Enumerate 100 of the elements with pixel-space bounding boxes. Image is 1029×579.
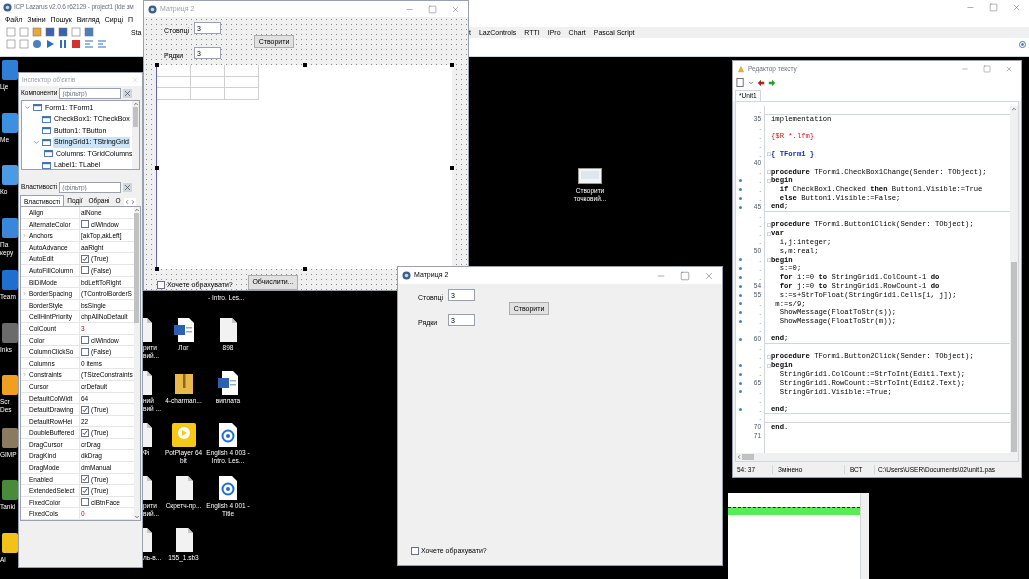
expand-icon[interactable]: [33, 138, 40, 146]
checkbox[interactable]: [81, 428, 89, 437]
component-icon: [42, 115, 51, 123]
file-icon[interactable]: [173, 475, 194, 500]
fold-marker[interactable]: [766, 231, 771, 236]
play-icon[interactable]: [45, 39, 55, 49]
expand-icon[interactable]: [22, 372, 27, 378]
color-swatch[interactable]: [81, 220, 89, 229]
grid-cell[interactable]: [157, 76, 191, 88]
stop-icon[interactable]: [71, 39, 81, 49]
app-icon[interactable]: [2, 217, 18, 238]
clear-filter-button[interactable]: [123, 88, 133, 98]
checkbox[interactable]: [81, 486, 89, 495]
maximize-button[interactable]: [428, 4, 437, 14]
clear-filter-button[interactable]: [123, 182, 133, 192]
fold-marker[interactable]: [766, 363, 771, 368]
scroll-down-icon[interactable]: [133, 514, 140, 521]
expand-icon[interactable]: [22, 291, 27, 297]
component-icon: [42, 138, 51, 146]
gear-icon: [402, 271, 411, 280]
disc-file-icon[interactable]: [218, 423, 238, 447]
scroll-left-icon[interactable]: [123, 198, 130, 206]
shortcut-icon[interactable]: [578, 168, 602, 184]
app-icon[interactable]: [2, 532, 18, 553]
file-icon[interactable]: [218, 318, 238, 342]
fold-marker[interactable]: [766, 257, 771, 262]
app-icon[interactable]: [2, 427, 18, 448]
grid-cell[interactable]: [191, 88, 225, 100]
color-swatch[interactable]: [81, 498, 89, 507]
resize-handle[interactable]: [155, 63, 159, 67]
expand-icon[interactable]: [24, 104, 31, 112]
checkbox[interactable]: [81, 266, 89, 275]
color-swatch[interactable]: [81, 336, 89, 345]
component-icon: [33, 104, 42, 112]
step-icon[interactable]: [84, 39, 94, 49]
gear-icon: [148, 4, 157, 14]
back-arrow-icon[interactable]: [757, 78, 765, 87]
maximize-button[interactable]: [680, 270, 690, 281]
checkbox[interactable]: [157, 281, 165, 290]
scrollbar[interactable]: [132, 101, 139, 169]
close-button[interactable]: [1012, 2, 1021, 12]
disc-file-icon[interactable]: [218, 475, 238, 500]
maximize-button[interactable]: [983, 64, 991, 73]
resize-handle[interactable]: [303, 267, 307, 271]
pause-icon[interactable]: [58, 39, 68, 49]
help-icon[interactable]: [1019, 41, 1026, 48]
player-icon[interactable]: [171, 423, 196, 447]
gear-icon[interactable]: [32, 39, 42, 49]
word-document-icon[interactable]: [218, 370, 238, 395]
checkbox[interactable]: [81, 475, 89, 484]
grid-cell[interactable]: [157, 88, 191, 100]
scrollbar-thumb[interactable]: [133, 107, 138, 127]
grid-cell[interactable]: [225, 65, 259, 77]
grid-cell[interactable]: [191, 76, 225, 88]
fold-marker[interactable]: [766, 354, 771, 359]
monitor-icon[interactable]: [84, 27, 94, 37]
fold-marker[interactable]: [766, 152, 771, 157]
scroll-up-icon[interactable]: [132, 101, 139, 107]
scrollbar[interactable]: [736, 453, 1018, 461]
checkbox[interactable]: [411, 547, 419, 556]
scroll-up-icon[interactable]: [1011, 106, 1017, 112]
scrollbar-thumb[interactable]: [742, 454, 754, 460]
file-icon[interactable]: [173, 528, 194, 552]
close-button[interactable]: [1005, 64, 1013, 73]
component-icon: [44, 150, 53, 158]
scrollbar[interactable]: [860, 493, 869, 579]
close-button[interactable]: [451, 4, 460, 14]
close-button[interactable]: [131, 75, 139, 84]
component-icon: [42, 127, 51, 135]
scrollbar[interactable]: [1010, 106, 1018, 453]
fold-marker[interactable]: [766, 169, 771, 174]
maximize-button[interactable]: [989, 2, 998, 12]
resize-handle[interactable]: [155, 166, 159, 170]
forward-arrow-icon[interactable]: [768, 78, 776, 87]
scrollbar-thumb[interactable]: [1011, 262, 1017, 452]
resize-handle[interactable]: [303, 63, 307, 67]
scrollbar[interactable]: [133, 207, 140, 521]
page-icon[interactable]: [736, 78, 745, 87]
resize-handle[interactable]: [450, 166, 454, 170]
scroll-left-icon[interactable]: [736, 454, 742, 460]
scroll-up-icon[interactable]: [133, 207, 140, 213]
scrollbar-thumb[interactable]: [134, 213, 140, 323]
app-icon[interactable]: [2, 112, 18, 133]
word-document-icon[interactable]: [173, 318, 194, 342]
close-button[interactable]: [704, 270, 714, 281]
app-icon: [737, 64, 745, 73]
fold-marker[interactable]: [766, 222, 771, 227]
grid-cell[interactable]: [225, 88, 259, 100]
expand-icon[interactable]: [22, 233, 27, 239]
dropdown-icon[interactable]: [748, 79, 754, 86]
scroll-right-icon[interactable]: [129, 198, 136, 206]
fold-marker[interactable]: [766, 178, 771, 183]
resize-handle[interactable]: [155, 267, 159, 271]
step-icon[interactable]: [97, 39, 107, 49]
grid-cell[interactable]: [225, 76, 259, 88]
grid-cell[interactable]: [191, 65, 225, 77]
checkbox[interactable]: [81, 347, 89, 356]
resize-handle[interactable]: [450, 63, 454, 67]
checkbox[interactable]: [81, 405, 89, 414]
checkbox[interactable]: [81, 254, 89, 263]
